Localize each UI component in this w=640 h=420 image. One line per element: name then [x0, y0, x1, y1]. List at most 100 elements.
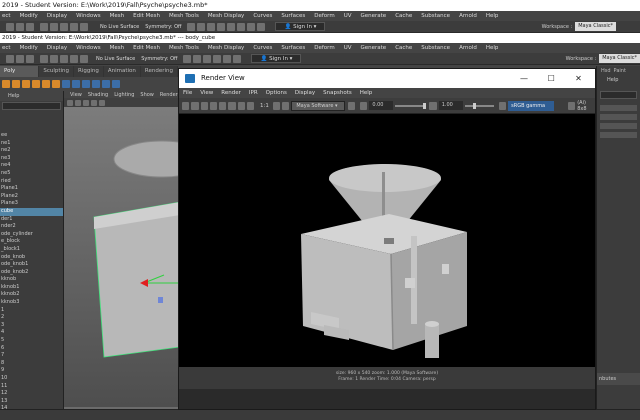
- textured-icon[interactable]: [99, 99, 105, 106]
- view-transform-icon[interactable]: [498, 101, 507, 110]
- viewport-menu-item-0[interactable]: View: [70, 92, 82, 98]
- outliner-search-input[interactable]: [2, 102, 61, 110]
- wireframe-icon[interactable]: [83, 99, 89, 106]
- paint-select-icon[interactable]: [26, 22, 34, 31]
- menu2-item-12[interactable]: Generate: [361, 43, 387, 53]
- light-editor-icon[interactable]: [247, 22, 256, 31]
- live-surface-label[interactable]: No Live Surface: [96, 56, 135, 62]
- bevel-icon[interactable]: [102, 80, 110, 88]
- menu2-item-2[interactable]: Display: [47, 43, 67, 53]
- keep-image-icon[interactable]: [272, 101, 281, 110]
- sign-in-button[interactable]: 👤 Sign In ▾: [251, 54, 302, 63]
- menu2-item-0[interactable]: ect: [2, 43, 11, 53]
- ipr-render-icon[interactable]: [207, 22, 216, 31]
- ipr-render-icon[interactable]: [203, 54, 212, 63]
- menu2-item-5[interactable]: Edit Mesh: [133, 43, 160, 53]
- right-help-menu[interactable]: Help: [597, 75, 640, 85]
- alpha-channel-icon[interactable]: [237, 101, 245, 110]
- outliner-item[interactable]: kknob2: [0, 291, 63, 299]
- menu2-item-7[interactable]: Mesh Display: [208, 43, 245, 53]
- outliner-item[interactable]: ode_knob: [0, 254, 63, 262]
- snap-point-icon[interactable]: [60, 54, 68, 63]
- viewport-menu-item-3[interactable]: Show: [140, 92, 154, 98]
- gamma-icon[interactable]: [429, 101, 437, 110]
- render-setup-icon[interactable]: [233, 54, 242, 63]
- lasso-tool-icon[interactable]: [16, 22, 24, 31]
- sphere-icon[interactable]: [2, 80, 10, 88]
- history-icon[interactable]: [183, 54, 192, 63]
- attribute-field-2[interactable]: [600, 105, 637, 111]
- menu2-item-16[interactable]: Help: [486, 43, 499, 53]
- minimize-icon[interactable]: —: [512, 69, 537, 88]
- sign-in-button[interactable]: 👤 Sign In ▾: [275, 22, 326, 31]
- fit-icon[interactable]: [246, 101, 254, 110]
- menu2-item-1[interactable]: Modify: [20, 43, 38, 53]
- outliner-item[interactable]: ode_cylinder: [0, 231, 63, 239]
- menu2-item-6[interactable]: Mesh Tools: [169, 43, 199, 53]
- attribute-field-4[interactable]: [600, 123, 637, 129]
- viewport-scene[interactable]: [64, 107, 180, 407]
- outliner-item[interactable]: cube: [0, 207, 63, 216]
- render-frame-icon[interactable]: [197, 22, 206, 31]
- snap-view-icon[interactable]: [70, 22, 78, 31]
- menu-item-4[interactable]: Mesh: [110, 11, 124, 21]
- outliner-item[interactable]: 3: [0, 322, 63, 330]
- menu2-item-10[interactable]: Deform: [314, 43, 334, 53]
- snap-surface-icon[interactable]: [80, 54, 88, 63]
- cube-icon[interactable]: [12, 80, 20, 88]
- right-tab-0[interactable]: Hsd: [601, 68, 611, 74]
- menu2-item-9[interactable]: Surfaces: [281, 43, 305, 53]
- render-frame-icon[interactable]: [193, 54, 202, 63]
- extrude-icon[interactable]: [82, 80, 90, 88]
- attributes-tab[interactable]: nbutes: [597, 373, 640, 385]
- settings-icon[interactable]: [347, 101, 356, 110]
- render-setup-icon[interactable]: [237, 22, 246, 31]
- cylinder-icon[interactable]: [22, 80, 30, 88]
- separate-icon[interactable]: [72, 80, 80, 88]
- outliner-item[interactable]: kknob3: [0, 299, 63, 307]
- close-icon[interactable]: ✕: [566, 69, 591, 88]
- outliner-item[interactable]: ne5: [0, 170, 63, 178]
- refresh-icon[interactable]: [219, 101, 227, 110]
- attribute-field-5[interactable]: [600, 132, 637, 138]
- outliner-item[interactable]: 6: [0, 345, 63, 353]
- render-settings-icon[interactable]: [213, 54, 222, 63]
- menu-item-7[interactable]: Mesh Display: [208, 11, 245, 21]
- outliner-item[interactable]: 13: [0, 398, 63, 406]
- menu-item-16[interactable]: Help: [486, 11, 499, 21]
- menu-item-12[interactable]: Generate: [361, 11, 387, 21]
- outliner-item[interactable]: ne3: [0, 155, 63, 163]
- viewport-panel[interactable]: View Shading Lighting Show Renderer: [64, 91, 183, 409]
- outliner-item[interactable]: 5: [0, 337, 63, 345]
- renderer-select[interactable]: Maya Software ▾: [291, 100, 345, 111]
- render-canvas[interactable]: [179, 114, 595, 367]
- workspace-select[interactable]: Maya Classic*: [575, 22, 616, 31]
- lasso-tool-icon[interactable]: [16, 54, 24, 63]
- symmetry-label[interactable]: Symmetry: Off: [141, 56, 177, 62]
- select-tool-icon[interactable]: [6, 22, 14, 31]
- exposure-icon[interactable]: [360, 101, 368, 110]
- menu-item-13[interactable]: Cache: [395, 11, 412, 21]
- menu2-item-15[interactable]: Arnold: [459, 43, 477, 53]
- outliner-item[interactable]: ne4: [0, 162, 63, 170]
- snap-point-icon[interactable]: [60, 22, 68, 31]
- menu2-item-11[interactable]: UV: [344, 43, 352, 53]
- shaded-icon[interactable]: [91, 99, 97, 106]
- outliner-item[interactable]: Plane2: [0, 193, 63, 201]
- render-view-menu-item-5[interactable]: Display: [295, 88, 315, 98]
- ratio-label[interactable]: 1:1: [260, 103, 269, 109]
- render-settings-icon[interactable]: [217, 22, 226, 31]
- outliner-help-menu[interactable]: Help: [0, 91, 63, 101]
- resolution-icon[interactable]: [567, 101, 576, 110]
- render-view-menu-item-1[interactable]: View: [200, 88, 213, 98]
- gamma-slider-handle[interactable]: [472, 102, 476, 109]
- menu2-item-3[interactable]: Windows: [76, 43, 101, 53]
- menu-item-6[interactable]: Mesh Tools: [169, 11, 199, 21]
- render-view-menu-item-3[interactable]: IPR: [249, 88, 258, 98]
- rgb-channel-icon[interactable]: [228, 101, 236, 110]
- menu-item-1[interactable]: Modify: [20, 11, 38, 21]
- hypershade-icon[interactable]: [227, 22, 236, 31]
- outliner-item[interactable]: 10: [0, 375, 63, 383]
- grid-icon[interactable]: [75, 99, 81, 106]
- attribute-field-3[interactable]: [600, 114, 637, 120]
